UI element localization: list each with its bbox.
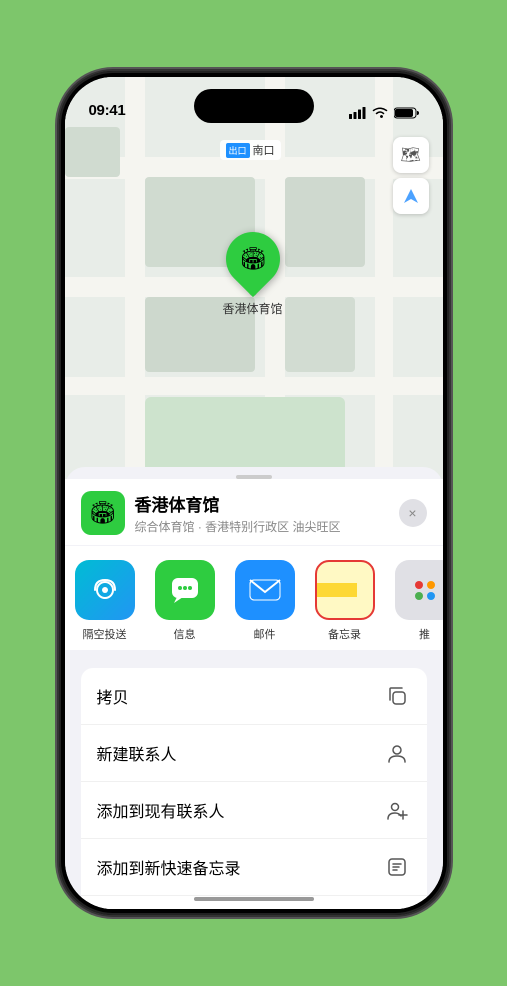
action-new-contact[interactable]: 新建联系人 (81, 725, 427, 782)
phone-screen: 09:41 (65, 77, 443, 909)
status-time: 09:41 (89, 102, 126, 119)
map-layers-button[interactable]: 🗺 (393, 137, 429, 173)
new-contact-icon (383, 739, 411, 767)
pin-inner: 🏟 (239, 246, 267, 272)
entrance-icon: 出口 (226, 143, 250, 158)
venue-icon: 🏟 (81, 491, 125, 535)
add-existing-label: 添加到现有联系人 (97, 798, 225, 822)
notes-icon-wrap (315, 560, 375, 620)
dynamic-island (194, 89, 314, 123)
more-icon (395, 560, 443, 620)
notes-label: 备忘录 (328, 626, 361, 642)
action-copy[interactable]: 拷贝 (81, 668, 427, 725)
copy-icon (383, 682, 411, 710)
battery-icon (394, 107, 419, 119)
pin-label: 香港体育馆 (223, 300, 283, 317)
pin-circle: 🏟 (214, 221, 290, 297)
share-item-notes[interactable]: 备忘录 (305, 560, 385, 642)
new-contact-label: 新建联系人 (97, 741, 177, 765)
bottom-sheet: 🏟 香港体育馆 综合体育馆 · 香港特别行政区 油尖旺区 × (65, 467, 443, 909)
action-list: 拷贝 新建联系人 (81, 668, 427, 909)
map-entrance-label: 出口 南口 (220, 140, 281, 160)
venue-info: 香港体育馆 综合体育馆 · 香港特别行政区 油尖旺区 (135, 491, 389, 535)
share-item-message[interactable]: 信息 (145, 560, 225, 642)
share-row: 隔空投送 信息 (65, 546, 443, 650)
map-controls: 🗺 (393, 137, 429, 214)
add-notes-icon (383, 853, 411, 881)
action-add-notes[interactable]: 添加到新快速备忘录 (81, 839, 427, 896)
action-add-existing[interactable]: 添加到现有联系人 (81, 782, 427, 839)
share-item-more[interactable]: 推 (385, 560, 443, 642)
venue-name: 香港体育馆 (135, 491, 389, 516)
map-area: 出口 南口 🏟 香港体育馆 🗺 (65, 77, 443, 497)
airdrop-icon (75, 560, 135, 620)
venue-header: 🏟 香港体育馆 综合体育馆 · 香港特别行政区 油尖旺区 × (65, 479, 443, 545)
signal-icon (349, 107, 366, 119)
share-item-mail[interactable]: 邮件 (225, 560, 305, 642)
location-pin: 🏟 香港体育馆 (223, 232, 283, 317)
action-copy-label: 拷贝 (97, 684, 129, 708)
more-label: 推 (419, 626, 430, 642)
message-icon (155, 560, 215, 620)
phone-frame: 09:41 (59, 71, 449, 915)
mail-icon (235, 560, 295, 620)
message-label: 信息 (174, 626, 196, 642)
add-existing-icon (383, 796, 411, 824)
status-icons (349, 107, 419, 119)
venue-subtitle: 综合体育馆 · 香港特别行政区 油尖旺区 (135, 518, 389, 535)
home-indicator (194, 897, 314, 901)
airdrop-label: 隔空投送 (83, 626, 127, 642)
mail-label: 邮件 (254, 626, 276, 642)
share-item-airdrop[interactable]: 隔空投送 (65, 560, 145, 642)
wifi-icon (372, 107, 388, 119)
map-location-button[interactable] (393, 178, 429, 214)
sheet-divider (65, 650, 443, 658)
add-notes-label: 添加到新快速备忘录 (97, 855, 241, 879)
close-button[interactable]: × (399, 499, 427, 527)
entrance-text: 南口 (253, 142, 275, 158)
